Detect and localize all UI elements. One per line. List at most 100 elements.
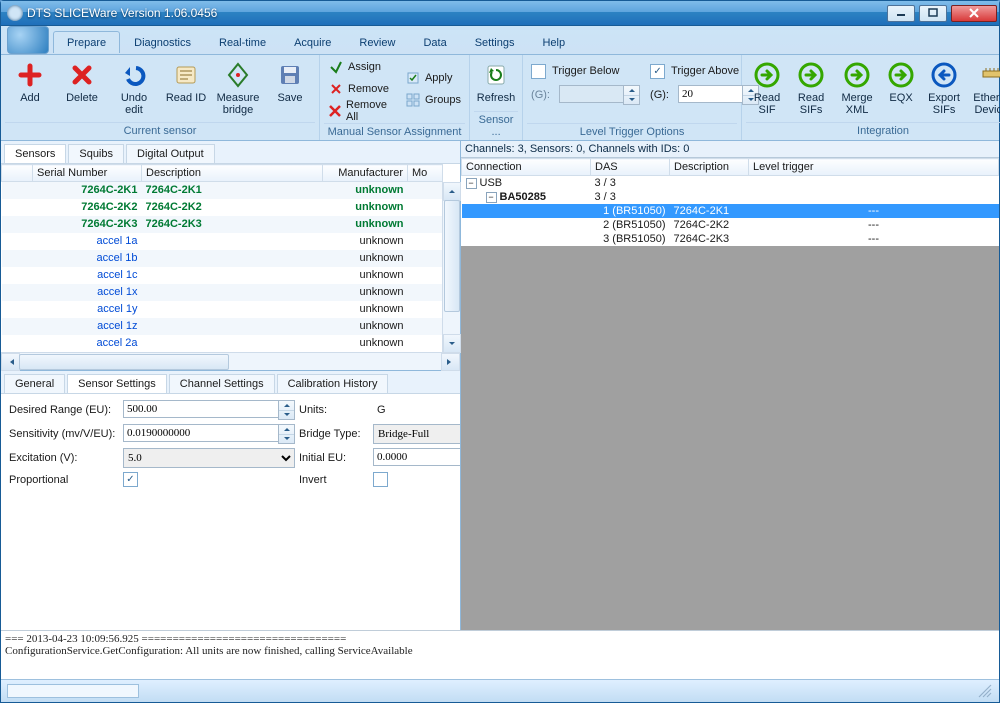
col-model[interactable]: Mo — [408, 165, 443, 182]
sensor-row[interactable]: accel 2aunknown — [2, 335, 443, 352]
sensor-row[interactable]: 7264C-2K37264C-2K3unknown — [2, 216, 443, 233]
sensitivity-spinner[interactable] — [278, 424, 295, 444]
collapse-icon[interactable]: − — [486, 192, 497, 203]
apply-button[interactable]: Apply — [401, 68, 465, 88]
tab-diagnostics[interactable]: Diagnostics — [120, 31, 205, 53]
excitation-select[interactable]: 5.0 — [123, 448, 295, 468]
trigger-above-input[interactable] — [678, 85, 742, 103]
trigger-above-unit: (G): — [650, 89, 672, 101]
trigger-below-checkbox[interactable] — [531, 64, 546, 79]
remove-button[interactable]: Remove — [324, 79, 393, 99]
tree-col-das[interactable]: DAS — [591, 159, 670, 176]
tab-realtime[interactable]: Real-time — [205, 31, 280, 53]
eqx-button[interactable]: EQX — [882, 57, 920, 108]
refresh-label: Refresh — [477, 92, 516, 104]
sensor-row[interactable]: accel 1xunknown — [2, 284, 443, 301]
minimize-button[interactable] — [887, 5, 915, 22]
tree-row-device[interactable]: −BA50285 3 / 3 — [462, 190, 999, 204]
integration-group-label: Integration — [746, 122, 1000, 139]
trigger-below-spinner[interactable] — [623, 85, 640, 105]
tab-calibration-history[interactable]: Calibration History — [277, 374, 389, 393]
sensor-row[interactable]: 7264C-2K17264C-2K1unknown — [2, 182, 443, 199]
collapse-icon[interactable]: − — [466, 178, 477, 189]
merge-xml-button[interactable]: Merge XML — [834, 57, 880, 120]
tree-col-connection[interactable]: Connection — [462, 159, 591, 176]
tree-row-channel[interactable]: 2 (BR51050) 7264C-2K2 --- — [462, 218, 999, 232]
tab-squibs[interactable]: Squibs — [68, 144, 124, 163]
sensor-table[interactable]: Serial Number Description Manufacturer M… — [1, 164, 443, 352]
tab-help[interactable]: Help — [528, 31, 579, 53]
read-id-label: Read ID — [166, 92, 206, 104]
sensor-row[interactable]: accel 1cunknown — [2, 267, 443, 284]
tab-acquire[interactable]: Acquire — [280, 31, 345, 53]
read-sifs-label: Read SIFs — [792, 92, 830, 116]
sensor-row[interactable]: accel 1yunknown — [2, 301, 443, 318]
maximize-button[interactable] — [919, 5, 947, 22]
tab-sensor-settings[interactable]: Sensor Settings — [67, 374, 167, 393]
read-sif-button[interactable]: Read SIF — [746, 57, 788, 120]
groups-button[interactable]: Groups — [401, 90, 465, 110]
ethernet-devices-button[interactable]: Ethernet Devices — [968, 57, 1000, 120]
sensor-row[interactable]: 7264C-2K27264C-2K2unknown — [2, 199, 443, 216]
excitation-label: Excitation (V): — [9, 452, 119, 464]
invert-checkbox[interactable] — [373, 472, 388, 487]
tab-sensors[interactable]: Sensors — [4, 144, 66, 163]
save-label: Save — [277, 92, 302, 104]
trigger-above-label: Trigger Above — [671, 65, 739, 77]
tab-review[interactable]: Review — [345, 31, 409, 53]
read-id-button[interactable]: Read ID — [161, 57, 211, 108]
app-icon — [7, 5, 23, 21]
delete-button[interactable]: Delete — [57, 57, 107, 108]
refresh-button[interactable]: Refresh — [474, 57, 518, 108]
bridge-select[interactable]: Bridge-Full — [373, 424, 460, 444]
menu-bar: Prepare Diagnostics Real-time Acquire Re… — [1, 26, 999, 54]
range-spinner[interactable] — [278, 400, 295, 420]
log-line: === 2013-04-23 10:09:56.925 ============… — [5, 633, 995, 645]
horizontal-scrollbar[interactable] — [1, 352, 460, 370]
sensor-row[interactable]: accel 1zunknown — [2, 318, 443, 335]
groups-label: Groups — [425, 94, 461, 106]
sensitivity-input[interactable] — [123, 424, 278, 442]
tab-prepare[interactable]: Prepare — [53, 31, 120, 53]
add-button[interactable]: Add — [5, 57, 55, 108]
col-serial[interactable]: Serial Number — [33, 165, 142, 182]
tree-col-level-trigger[interactable]: Level trigger — [749, 159, 999, 176]
trigger-below-input[interactable] — [559, 85, 623, 103]
vertical-scrollbar[interactable] — [442, 182, 460, 353]
tree-row-usb[interactable]: −USB 3 / 3 — [462, 176, 999, 191]
col-blank[interactable] — [2, 165, 33, 182]
remove-all-button[interactable]: Remove All — [324, 101, 393, 121]
tree-row-channel[interactable]: 1 (BR51050) 7264C-2K1 --- — [462, 204, 999, 218]
tab-channel-settings[interactable]: Channel Settings — [169, 374, 275, 393]
range-input[interactable] — [123, 400, 278, 418]
merge-xml-label: Merge XML — [836, 92, 878, 116]
resize-grip-icon[interactable] — [977, 683, 993, 699]
tree-row-channel[interactable]: 3 (BR51050) 7264C-2K3 --- — [462, 232, 999, 246]
save-button[interactable]: Save — [265, 57, 315, 108]
app-menu-button[interactable] — [7, 26, 49, 54]
measure-bridge-button[interactable]: Measure bridge — [213, 57, 263, 120]
title-bar: DTS SLICEWare Version 1.06.0456 — [1, 1, 999, 26]
tab-data[interactable]: Data — [409, 31, 460, 53]
assign-group-label: Manual Sensor Assignment — [324, 123, 465, 140]
initial-eu-input[interactable] — [373, 448, 460, 466]
current-sensor-group-label: Current sensor — [5, 122, 315, 139]
close-button[interactable] — [951, 5, 997, 22]
col-manufacturer[interactable]: Manufacturer — [323, 165, 408, 182]
tree-col-description[interactable]: Description — [670, 159, 749, 176]
col-description[interactable]: Description — [142, 165, 323, 182]
sensor-row[interactable]: accel 1bunknown — [2, 250, 443, 267]
proportional-checkbox[interactable]: ✓ — [123, 472, 138, 487]
ribbon: Add Delete Undo edit Read ID Measure bri… — [1, 54, 999, 141]
undo-label: Undo edit — [111, 92, 157, 116]
tab-digital-output[interactable]: Digital Output — [126, 144, 215, 163]
tab-settings[interactable]: Settings — [461, 31, 529, 53]
units-value: G — [373, 404, 460, 416]
export-sifs-button[interactable]: Export SIFs — [922, 57, 966, 120]
tab-general[interactable]: General — [4, 374, 65, 393]
trigger-above-checkbox[interactable]: ✓ — [650, 64, 665, 79]
undo-button[interactable]: Undo edit — [109, 57, 159, 120]
assign-button[interactable]: Assign — [324, 57, 393, 77]
read-sifs-button[interactable]: Read SIFs — [790, 57, 832, 120]
sensor-row[interactable]: accel 1aunknown — [2, 233, 443, 250]
